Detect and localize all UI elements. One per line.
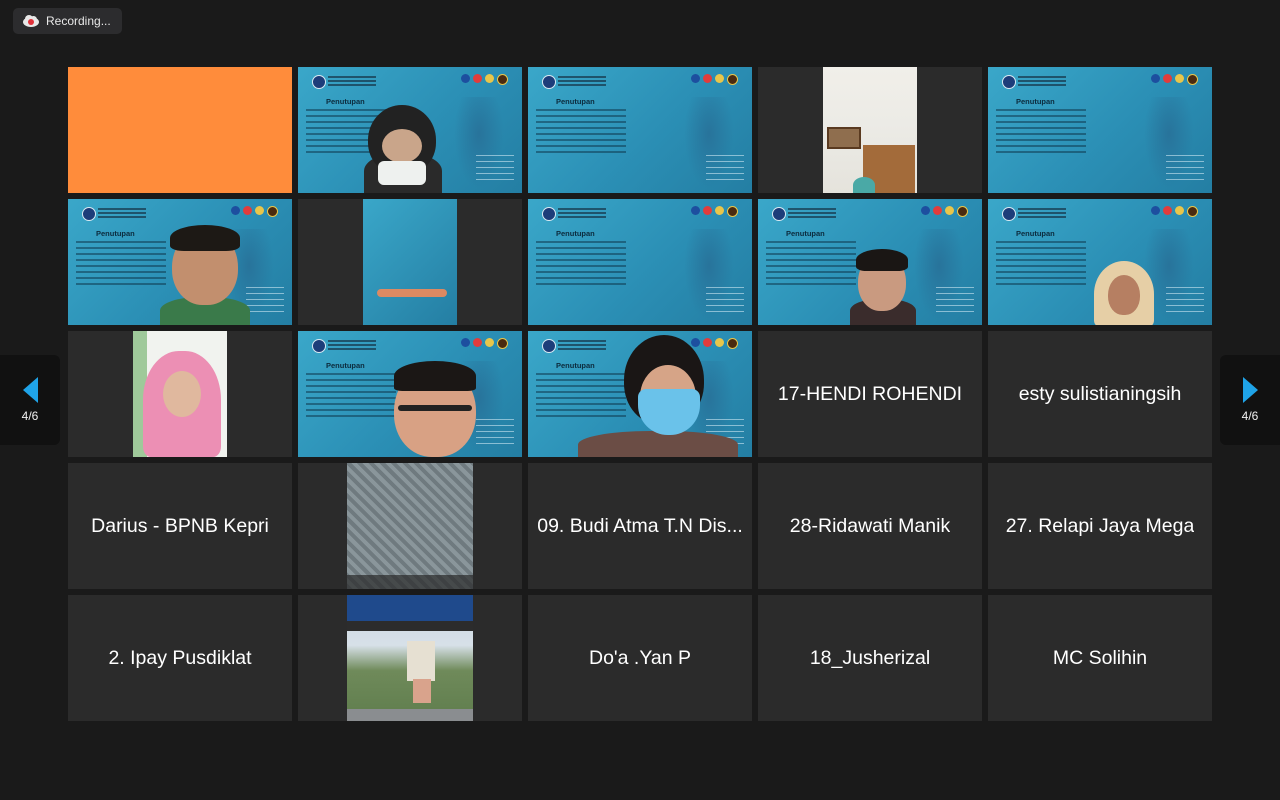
previous-page-button[interactable]: 4/6 — [0, 355, 60, 445]
participant-name: Darius - BPNB Kepri — [91, 514, 269, 537]
next-page-button[interactable]: 4/6 — [1220, 355, 1280, 445]
participant-name: esty sulistianingsih — [1018, 382, 1182, 405]
video-tile-name[interactable]: 17-HENDI ROHENDI — [758, 331, 982, 457]
participant-video — [823, 67, 917, 193]
video-tile-gate[interactable] — [298, 595, 522, 721]
ministry-logo-icon — [542, 75, 556, 89]
slide-title: Penutupan — [786, 229, 825, 238]
recording-cloud-icon — [23, 15, 39, 27]
participant-name: 27. Relapi Jaya Mega — [1005, 514, 1195, 537]
event-logos-icon — [231, 206, 278, 217]
video-tile-slide-person[interactable]: Penutupan — [68, 199, 292, 325]
event-logos-icon — [461, 74, 508, 85]
ministry-logo-icon — [542, 339, 556, 353]
participant-name: 17-HENDI ROHENDI — [777, 382, 963, 405]
event-logos-icon — [921, 206, 968, 217]
video-tile-slide[interactable]: Penutupan — [528, 67, 752, 193]
ministry-logo-icon — [82, 207, 96, 221]
slide-title: Penutupan — [96, 229, 135, 238]
page-indicator: 4/6 — [1241, 409, 1259, 423]
ministry-logo-icon — [312, 75, 326, 89]
slide-title: Penutupan — [556, 97, 595, 106]
video-tile-name[interactable]: 27. Relapi Jaya Mega — [988, 463, 1212, 589]
slide-title: Penutupan — [556, 229, 595, 238]
participant-video — [133, 331, 227, 457]
video-tile-name[interactable]: 09. Budi Atma T.N Dis... — [528, 463, 752, 589]
participant-name: Do'a .Yan P — [588, 646, 691, 669]
shared-slide: Penutupan — [988, 67, 1212, 193]
video-tile-wall[interactable] — [298, 463, 522, 589]
arrow-left-icon — [22, 377, 38, 403]
ministry-logo-icon — [542, 207, 556, 221]
participant-name: MC Solihin — [1052, 646, 1148, 669]
video-tile-slide-person[interactable]: Penutupan — [298, 67, 522, 193]
video-tile-slide-person[interactable]: Penutupan — [988, 199, 1212, 325]
video-tile-name[interactable]: Darius - BPNB Kepri — [68, 463, 292, 589]
video-tile-name[interactable]: 28-Ridawati Manik — [758, 463, 982, 589]
slide-title: Penutupan — [326, 97, 365, 106]
slide-title: Penutupan — [1016, 229, 1055, 238]
slide-title: Penutupan — [1016, 97, 1055, 106]
participant-name: 18_Jusherizal — [809, 646, 931, 669]
video-tile-slide-person[interactable]: Penutupan — [298, 331, 522, 457]
video-tile-slide-person[interactable]: Penutupan — [758, 199, 982, 325]
slide-title: Penutupan — [326, 361, 365, 370]
ministry-logo-icon — [1002, 207, 1016, 221]
event-logos-icon — [691, 338, 738, 349]
video-tile-name[interactable]: esty sulistianingsih — [988, 331, 1212, 457]
event-logos-icon — [691, 74, 738, 85]
ministry-logo-icon — [772, 207, 786, 221]
video-tile-name[interactable]: MC Solihin — [988, 595, 1212, 721]
video-tile-slide[interactable]: Penutupan — [528, 199, 752, 325]
event-logos-icon — [1151, 206, 1198, 217]
video-tile-person[interactable] — [68, 331, 292, 457]
participant-video — [347, 595, 473, 721]
video-tile-name[interactable]: Do'a .Yan P — [528, 595, 752, 721]
participant-video — [347, 463, 473, 589]
event-logos-icon — [461, 338, 508, 349]
shared-slide: Penutupan — [528, 67, 752, 193]
video-tile-name[interactable]: 18_Jusherizal — [758, 595, 982, 721]
gallery-grid: Penutupan Penutupan Penutupan Penutupan … — [68, 67, 1212, 721]
recording-indicator[interactable]: Recording... — [13, 8, 122, 34]
ministry-logo-icon — [1002, 75, 1016, 89]
video-tile-name[interactable]: 2. Ipay Pusdiklat — [68, 595, 292, 721]
ministry-logo-icon — [312, 339, 326, 353]
event-logos-icon — [691, 206, 738, 217]
video-tile-slide-person[interactable]: Penutupan — [528, 331, 752, 457]
video-tile-blank[interactable] — [68, 67, 292, 193]
participant-name: 09. Budi Atma T.N Dis... — [537, 514, 743, 537]
participant-name: 28-Ridawati Manik — [789, 514, 951, 537]
video-tile-slide-cropped[interactable] — [298, 199, 522, 325]
video-tile-slide[interactable]: Penutupan — [988, 67, 1212, 193]
video-tile-room[interactable] — [758, 67, 982, 193]
event-logos-icon — [1151, 74, 1198, 85]
recording-label: Recording... — [46, 14, 111, 28]
arrow-right-icon — [1242, 377, 1258, 403]
shared-slide: Penutupan — [528, 199, 752, 325]
page-indicator: 4/6 — [21, 409, 39, 423]
participant-video — [363, 199, 457, 325]
slide-title: Penutupan — [556, 361, 595, 370]
participant-name: 2. Ipay Pusdiklat — [108, 646, 252, 669]
